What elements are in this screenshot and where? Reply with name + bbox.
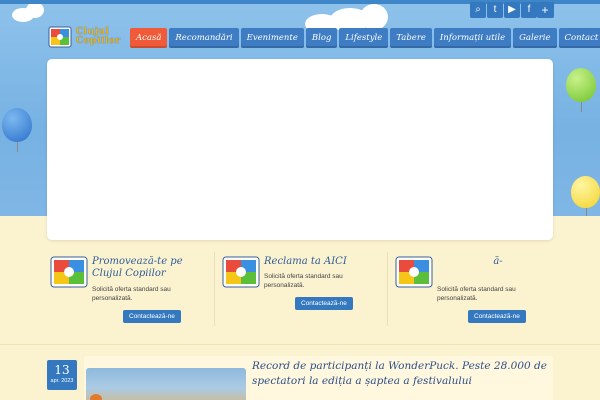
logo-line-2: Copiilor	[76, 36, 121, 46]
nav-item-contact[interactable]: Contact	[558, 28, 600, 48]
promo-title: Reclama ta AICI	[264, 256, 347, 267]
article-title[interactable]: Record de participanți la WonderPuck. Pe…	[252, 359, 547, 388]
promo-block: Reclama ta AICI Solicită oferta standard…	[220, 252, 388, 327]
green-balloon	[566, 68, 596, 112]
nav-item-evenimente[interactable]: Evenimente	[240, 28, 304, 48]
contact-button[interactable]: Contactează-ne	[123, 310, 181, 323]
logo-text: Clujul Copiilor	[76, 28, 120, 46]
promo-logo-icon	[222, 256, 260, 288]
blue-balloon	[2, 108, 32, 152]
yellow-balloon	[571, 176, 600, 216]
contact-button[interactable]: Contactează-ne	[295, 297, 353, 310]
cloud-decoration	[26, 2, 44, 18]
divider	[387, 252, 388, 326]
promo-logo-icon	[50, 256, 88, 288]
date-month: apr. 2023	[50, 378, 74, 384]
date-day: 13	[54, 363, 70, 377]
cloud-decoration	[360, 4, 388, 30]
nav-item-galerie[interactable]: Galerie	[513, 28, 557, 48]
twitter-icon[interactable]: t	[487, 2, 503, 18]
promo-text: Solicită oferta standard sau personaliza…	[264, 273, 343, 289]
nav-item-acasa[interactable]: Acasă	[130, 28, 168, 48]
article-date-badge: 13 apr. 2023	[47, 360, 77, 390]
search-icon[interactable]: ⌕	[470, 2, 486, 18]
main-nav: Acasă Recomandări Evenimente Blog Lifest…	[130, 28, 600, 48]
promo-block: Promovează-te pe Clujul Copiilor Solicit…	[48, 252, 216, 327]
nav-item-informatii-utile[interactable]: Informații utile	[433, 28, 512, 48]
thumbnail-detail	[90, 394, 102, 400]
promo-text: Solicită oferta standard sau personaliza…	[92, 286, 171, 302]
facebook-icon[interactable]: f	[521, 2, 537, 18]
promo-title: Promovează-te pe Clujul Copiilor	[92, 256, 183, 279]
divider	[214, 252, 215, 326]
article-thumbnail[interactable]	[86, 368, 246, 400]
youtube-icon[interactable]: ▶	[504, 2, 520, 18]
nav-item-blog[interactable]: Blog	[305, 28, 338, 48]
promo-logo-icon	[395, 256, 433, 288]
contact-button[interactable]: Contactează-ne	[468, 310, 526, 323]
promo-block: ă- Solicită oferta standard sau personal…	[393, 252, 561, 327]
plus-icon[interactable]: +	[537, 2, 553, 18]
nav-item-recomandari[interactable]: Recomandări	[169, 28, 239, 48]
nav-item-lifestyle[interactable]: Lifestyle	[339, 28, 389, 48]
logo-mark-icon	[48, 26, 72, 48]
promo-text: Solicită oferta standard sau personaliza…	[437, 286, 516, 302]
nav-item-tabere[interactable]: Tabere	[390, 28, 432, 48]
promo-title: ă-	[493, 256, 503, 267]
hero-slider[interactable]	[47, 59, 553, 240]
